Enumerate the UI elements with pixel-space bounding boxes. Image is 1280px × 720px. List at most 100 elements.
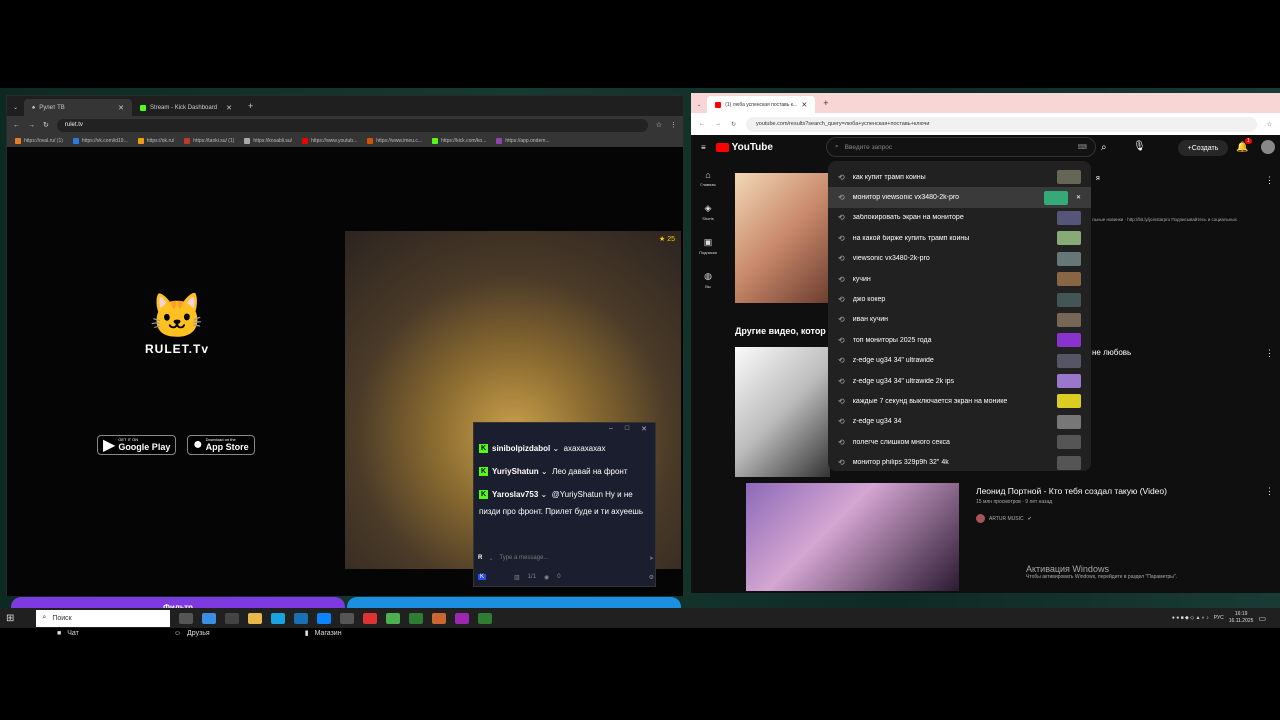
app-icon[interactable] [340, 612, 355, 624]
suggestion-item[interactable]: ⟲ монитор viewsonic vx3480-2k-pro ✕ [828, 187, 1091, 208]
forward-icon[interactable]: → [715, 121, 721, 127]
edge-icon[interactable] [271, 612, 286, 624]
send-icon[interactable]: ➤ [649, 555, 654, 562]
opera-icon[interactable] [363, 612, 378, 624]
url-field[interactable]: rulet.tv [56, 118, 648, 132]
channel-line[interactable]: ARTUR MUSIC ✔ [976, 514, 1032, 523]
tab-rulet[interactable]: ♠ Рулет ТВ ✕ [24, 99, 133, 116]
video-title[interactable]: Леонид Портной - Кто тебя создал такую (… [976, 486, 1167, 496]
video-thumbnail[interactable] [746, 483, 959, 591]
suggestion-item[interactable]: ⟲ z-edge ug34 34 [828, 412, 1091, 432]
chrome-icon[interactable] [386, 612, 401, 624]
close-icon[interactable]: ✕ [641, 425, 647, 435]
app-icon[interactable] [455, 612, 470, 624]
app-icon[interactable] [225, 612, 240, 624]
avatar[interactable] [1261, 140, 1275, 154]
keyboard-icon[interactable]: ⌨ [1078, 143, 1087, 151]
chrome-icon[interactable] [409, 612, 424, 624]
suggestion-item[interactable]: ⟲ джо кокер [828, 289, 1091, 309]
bookmark-item[interactable]: https://www.youtub... [302, 137, 357, 144]
close-icon[interactable]: ✕ [801, 101, 807, 109]
bookmark-item[interactable]: https://kosabli.su/ [244, 137, 292, 144]
mic-icon[interactable]: 🎙 [1133, 141, 1146, 152]
taskbar-search[interactable]: ⌕ Поиск [36, 609, 171, 627]
tray-icons[interactable]: ● ● ■ ◆ ◇ ▲ ◐ ♪ [1172, 615, 1209, 621]
bookmark-item[interactable]: https://www.imeu.c... [367, 137, 422, 144]
video-thumbnail[interactable] [735, 173, 830, 303]
app-store-button[interactable]: ● Download on the App Store [187, 435, 255, 455]
suggestion-item[interactable]: ⟲ полегче слишком много секса [828, 432, 1091, 452]
chat-app-icon[interactable] [317, 612, 332, 624]
notification-icon[interactable]: ▭ [1258, 614, 1266, 623]
bookmark-item[interactable]: https://ok.ru/ [137, 137, 174, 144]
reload-icon[interactable]: ↻ [731, 121, 736, 128]
suggestion-item[interactable]: ⟲ z-edge ug34 34" ultrawide 2k ips [828, 371, 1091, 391]
back-icon[interactable]: ← [699, 121, 705, 127]
gear-icon[interactable]: ⚙ [649, 574, 654, 581]
forward-icon[interactable]: → [28, 122, 35, 129]
star-icon[interactable]: ☆ [1267, 121, 1272, 128]
search-input[interactable]: ⌕ Введите запрос ⌨ [826, 137, 1096, 157]
suggestion-item[interactable]: ⟲ монитор philips 329p9h 32" 4k [828, 452, 1091, 472]
tab-search-icon[interactable]: ⌄ [13, 104, 18, 111]
bookmark-item[interactable]: https://app.ondem... [496, 137, 550, 144]
create-button[interactable]: + Создать [1178, 140, 1228, 156]
video-title-partial[interactable]: не любовь [1092, 348, 1131, 357]
chat-input[interactable]: Type a message... [499, 555, 643, 561]
bookmark-item[interactable]: https://vk.com/id19... [72, 137, 128, 144]
app-icon[interactable] [202, 612, 217, 624]
url-field[interactable]: youtube.com/results?search_query=люба+ус… [746, 116, 1257, 132]
reload-icon[interactable]: ↻ [43, 121, 49, 129]
tab-youtube[interactable]: (1) люба успенская поставь к... ✕ [707, 96, 816, 113]
new-tab-icon[interactable]: + [823, 98, 828, 108]
windows-start-icon[interactable]: ⊞ [6, 613, 14, 624]
suggestion-item[interactable]: ⟲ топ мониторы 2025 года [828, 330, 1091, 350]
more-icon[interactable]: ⋮ [1265, 348, 1274, 359]
folder-icon[interactable] [248, 612, 263, 624]
steam-icon[interactable] [294, 612, 309, 624]
sidebar-item-shorts[interactable]: ◈ Shorts [691, 195, 725, 229]
menu-icon[interactable]: ⋮ [670, 121, 677, 129]
chevron-down-icon[interactable]: ⌄ [488, 555, 493, 562]
more-icon[interactable]: ⋮ [1265, 175, 1274, 186]
new-tab-icon[interactable]: + [248, 101, 253, 111]
clock[interactable]: 16:19 16.11.2025 [1229, 611, 1254, 625]
minimize-icon[interactable]: – [609, 425, 613, 435]
search-button[interactable]: ⌕ [1101, 142, 1107, 153]
google-play-button[interactable]: ▶ GET IT ON Google Play [97, 435, 177, 455]
suggestion-item[interactable]: ⟲ кучин [828, 269, 1091, 289]
bookmark-item[interactable]: https://oval.ru/ (1) [15, 137, 63, 144]
back-icon[interactable]: ← [13, 122, 20, 129]
task-view-icon[interactable] [179, 612, 194, 624]
hamburger-icon[interactable]: ≡ [701, 143, 706, 152]
close-icon[interactable]: ✕ [226, 104, 232, 112]
suggestion-text: иван кучин [852, 316, 889, 324]
sidebar-item-subscriptions[interactable]: ▣ Подписки [691, 229, 725, 263]
video-thumbnail[interactable] [735, 347, 830, 477]
app-icon[interactable] [432, 612, 447, 624]
language-indicator[interactable]: РУС [1214, 615, 1224, 621]
nav-shop[interactable]: ▮ Магазин [305, 629, 342, 638]
close-icon[interactable]: ✕ [118, 104, 124, 112]
remove-icon[interactable]: ✕ [1076, 194, 1081, 201]
tab-search-icon[interactable]: ⌄ [697, 102, 701, 108]
sidebar-item-home[interactable]: ⌂ Главная [691, 161, 725, 195]
more-icon[interactable]: ⋮ [1265, 486, 1274, 497]
suggestion-item[interactable]: ⟲ заблокировать экран на мониторе [828, 208, 1091, 228]
nav-friends[interactable]: ☺ Друзья [174, 630, 210, 637]
suggestion-item[interactable]: ⟲ иван кучин [828, 310, 1091, 330]
star-icon[interactable]: ☆ [656, 121, 662, 129]
suggestion-item[interactable]: ⟲ viewsonic vx3480-2k-pro [828, 249, 1091, 269]
suggestion-item[interactable]: ⟲ z-edge ug34 34" ultrawide [828, 351, 1091, 371]
chrome-icon[interactable] [478, 612, 493, 624]
nav-chat[interactable]: ■ Чат [57, 630, 79, 637]
tab-kick-dashboard[interactable]: Stream - Kick Dashboard ✕ [132, 99, 240, 116]
youtube-logo[interactable]: YouTube [715, 142, 773, 153]
bookmark-item[interactable]: https://kick.com/ko... [432, 137, 486, 144]
bookmark-item[interactable]: https://tanki.su/ (1) [184, 137, 234, 144]
suggestion-item[interactable]: ⟲ как купит трамп коины [828, 167, 1091, 187]
maximize-icon[interactable]: □ [625, 425, 629, 435]
sidebar-item-you[interactable]: ◍ Вы [691, 263, 725, 297]
suggestion-item[interactable]: ⟲ на какой бирже купить трамп коины [828, 228, 1091, 248]
suggestion-item[interactable]: ⟲ каждые 7 секунд выключается экран на мо… [828, 391, 1091, 411]
